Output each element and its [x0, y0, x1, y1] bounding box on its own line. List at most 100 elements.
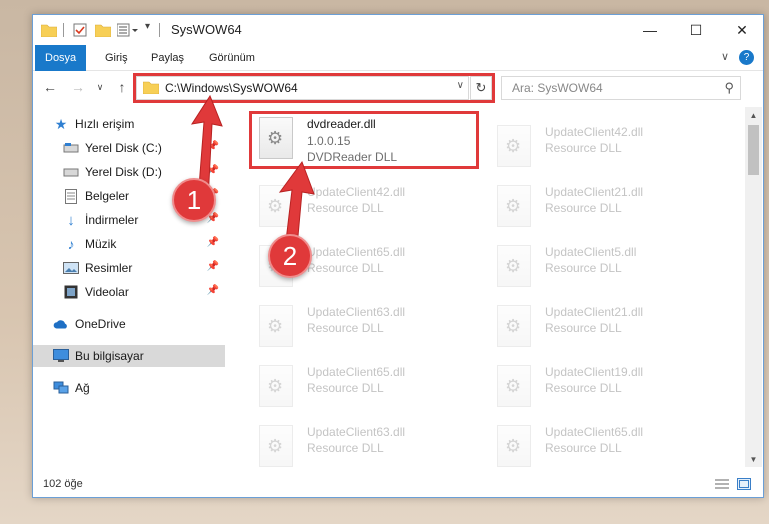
pin-icon[interactable]: 📌: [207, 237, 219, 248]
file-item[interactable]: UpdateClient42.dll Resource DLL: [489, 121, 709, 175]
forward-button[interactable]: →: [69, 79, 87, 95]
sidebar-item-label: Belgeler: [85, 189, 130, 203]
properties-icon[interactable]: [73, 23, 87, 37]
file-item[interactable]: UpdateClient65.dll Resource DLL: [251, 361, 471, 415]
star-icon: ★: [54, 115, 68, 132]
search-input[interactable]: Ara: SysWOW64 ⚲: [501, 76, 741, 100]
tab-home[interactable]: Giriş: [95, 45, 138, 71]
tiles-view-icon[interactable]: [737, 478, 751, 490]
status-bar: 102 öğe: [33, 473, 763, 497]
sidebar-item-music[interactable]: ♪ Müzik 📌: [33, 233, 225, 255]
file-item[interactable]: UpdateClient5.dll Resource DLL: [489, 241, 709, 295]
videos-icon: [63, 284, 79, 300]
dll-file-icon: [259, 305, 293, 347]
sidebar-item-label: İndirmeler: [85, 213, 139, 227]
vertical-scrollbar[interactable]: ▲ ▼: [745, 107, 762, 467]
tab-file[interactable]: Dosya: [35, 45, 87, 71]
sidebar-item-network[interactable]: Ağ: [33, 377, 225, 399]
file-name: UpdateClient63.dll: [307, 305, 406, 319]
sidebar-item-pictures[interactable]: Resimler 📌: [33, 257, 225, 279]
dll-file-icon: [497, 425, 531, 467]
separator: [63, 23, 64, 37]
sidebar-item-onedrive[interactable]: OneDrive: [33, 313, 225, 335]
file-description: Resource DLL: [545, 321, 622, 335]
computer-icon: [53, 348, 69, 364]
up-button[interactable]: ↑: [113, 79, 131, 95]
file-name: UpdateClient21.dll: [545, 185, 644, 199]
sidebar-item-videos[interactable]: Videolar 📌: [33, 281, 225, 303]
sidebar-item-label: OneDrive: [75, 317, 126, 331]
separator: [159, 23, 160, 37]
tab-share[interactable]: Paylaş: [141, 45, 194, 71]
back-button[interactable]: ←: [41, 79, 59, 95]
title-bar: ▾ SysWOW64 — ☐ ✕: [33, 15, 763, 45]
search-placeholder: Ara: SysWOW64: [512, 81, 603, 95]
chevron-down-icon[interactable]: ∨: [721, 50, 729, 63]
file-name: UpdateClient5.dll: [545, 245, 637, 259]
scroll-up-icon[interactable]: ▲: [745, 107, 762, 123]
file-name: UpdateClient65.dll: [307, 365, 406, 379]
dll-file-icon: [497, 305, 531, 347]
recent-locations-button[interactable]: ∨: [91, 82, 109, 93]
file-description: Resource DLL: [307, 381, 384, 395]
details-view-icon[interactable]: [715, 478, 729, 490]
sidebar-item-label: Yerel Disk (C:): [85, 141, 162, 155]
file-description: Resource DLL: [545, 141, 622, 155]
close-button[interactable]: ✕: [719, 15, 765, 45]
file-item[interactable]: UpdateClient19.dll Resource DLL: [489, 361, 709, 415]
navigation-bar: ← → ∨ ↑ C:\Windows\SysWOW64 ∨ ↻ Ara: Sys…: [33, 71, 763, 105]
customize-icon[interactable]: [117, 23, 139, 37]
pin-icon[interactable]: 📌: [207, 285, 219, 296]
file-item[interactable]: UpdateClient21.dll Resource DLL: [489, 181, 709, 235]
file-description: Resource DLL: [545, 261, 622, 275]
cloud-icon: [53, 316, 69, 332]
item-count: 102 öğe: [43, 478, 83, 490]
file-description: Resource DLL: [545, 441, 622, 455]
scroll-down-icon[interactable]: ▼: [745, 451, 762, 467]
file-description: Resource DLL: [307, 261, 384, 275]
sidebar-item-label: Resimler: [85, 261, 133, 275]
file-name: UpdateClient21.dll: [545, 305, 644, 319]
step-badge-1: 1: [172, 178, 216, 222]
sidebar-item-label: Bu bilgisayar: [75, 349, 144, 363]
step-badge-2: 2: [268, 234, 312, 278]
ribbon-tabs: Dosya Giriş Paylaş Görünüm ∨ ?: [33, 45, 763, 71]
file-description: Resource DLL: [307, 321, 384, 335]
file-name: UpdateClient19.dll: [545, 365, 644, 379]
drive-icon: [63, 140, 79, 156]
file-item[interactable]: UpdateClient65.dll Resource DLL: [489, 421, 709, 467]
file-item[interactable]: UpdateClient63.dll Resource DLL: [251, 301, 471, 355]
folder-icon: [41, 24, 57, 37]
minimize-button[interactable]: —: [627, 15, 673, 45]
sidebar-item-label: Videolar: [85, 285, 129, 299]
pictures-icon: [63, 260, 79, 276]
drive-icon: [63, 164, 79, 180]
file-description: Resource DLL: [307, 441, 384, 455]
download-icon: ↓: [67, 211, 75, 229]
file-item[interactable]: UpdateClient63.dll Resource DLL: [251, 421, 471, 467]
qa-dropdown-icon[interactable]: ▾: [145, 21, 150, 32]
dll-file-icon: [497, 185, 531, 227]
file-description: Resource DLL: [545, 381, 622, 395]
music-icon: ♪: [67, 236, 75, 252]
file-name: UpdateClient42.dll: [545, 125, 644, 139]
sidebar-item-label: Ağ: [75, 381, 90, 395]
maximize-button[interactable]: ☐: [673, 15, 719, 45]
scroll-thumb[interactable]: [748, 125, 759, 175]
sidebar-item-this-pc[interactable]: Bu bilgisayar: [33, 345, 225, 367]
new-folder-icon[interactable]: [95, 23, 111, 37]
documents-icon: [63, 188, 79, 204]
window-title: SysWOW64: [171, 22, 242, 37]
file-description: Resource DLL: [545, 201, 622, 215]
dll-file-icon: [497, 365, 531, 407]
sidebar-item-label: Müzik: [85, 237, 117, 251]
pin-icon[interactable]: 📌: [207, 261, 219, 272]
file-item[interactable]: UpdateClient21.dll Resource DLL: [489, 301, 709, 355]
help-icon[interactable]: ?: [739, 50, 754, 65]
tab-view[interactable]: Görünüm: [199, 45, 265, 71]
sidebar-item-label: Yerel Disk (D:): [85, 165, 162, 179]
dll-file-icon: [497, 125, 531, 167]
explorer-window: ▾ SysWOW64 — ☐ ✕ Dosya Giriş Paylaş Görü…: [32, 14, 764, 498]
network-icon: [53, 380, 69, 396]
file-name: UpdateClient63.dll: [307, 425, 406, 439]
